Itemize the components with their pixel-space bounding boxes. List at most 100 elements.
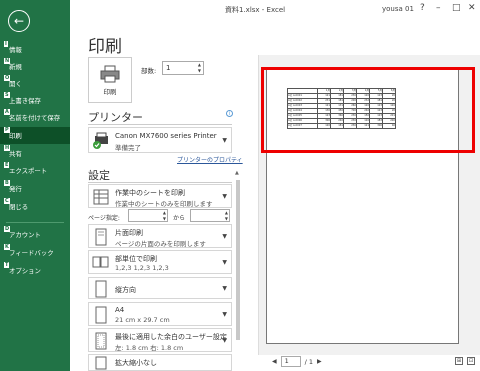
margins-dropdown[interactable]: 最後に適用した余白のユーザー設定 左: 1.8 cm 右: 1.8 cm ▼ [88, 328, 232, 352]
nav-label: エクスポート [9, 167, 48, 175]
copies-label: 部数: [141, 67, 157, 75]
nav-label: オプション [9, 267, 41, 275]
copies-stepper-icon[interactable]: ▲ ▼ [198, 62, 201, 74]
chevron-down-icon: ▼ [222, 337, 227, 344]
scaling-dropdown[interactable]: 拡大縮小なし [88, 354, 232, 371]
chevron-down-icon: ▼ [222, 193, 227, 200]
next-page-icon[interactable]: ▶ [317, 358, 322, 365]
chevron-down-icon: ▼ [222, 233, 227, 240]
nav-publish[interactable]: B 発行 [0, 180, 70, 197]
keytip: T [4, 262, 10, 268]
settings-scrollbar[interactable]: ▲ [234, 170, 242, 370]
nav-label: アカウント [9, 231, 41, 239]
nav-label: 共有 [9, 150, 22, 158]
chevron-down-icon: ▼ [222, 259, 227, 266]
divider [88, 124, 232, 125]
minimize-icon[interactable]: – [436, 3, 441, 13]
stepper-icon[interactable]: ▲ ▼ [225, 210, 228, 221]
margins-title: 最後に適用した余白のユーザー設定 [115, 333, 227, 341]
printer-heading: プリンター [88, 111, 143, 124]
nav-label: フィードバック [9, 249, 54, 257]
nav-print[interactable]: P 印刷 [0, 127, 70, 144]
nav-feedback[interactable]: K フィードバック [0, 244, 70, 261]
nav-share[interactable]: H 共有 [0, 145, 70, 162]
printer-dropdown[interactable]: Canon MX7600 series Printer 準備完了 ▼ [88, 127, 232, 153]
chevron-down-icon: ▼ [222, 137, 227, 144]
sides-title: 片面印刷 [115, 229, 143, 237]
title-bar: 資料1.xlsx - Excel yousa 01 ? – □ ✕ [70, 0, 480, 22]
user-name[interactable]: yousa 01 [382, 5, 414, 13]
pages-to-input[interactable]: ▲ ▼ [190, 209, 230, 222]
keytip: O [4, 75, 11, 81]
nav-label: 発行 [9, 185, 22, 193]
back-arrow-icon[interactable]: ← [8, 10, 30, 32]
keytip: N [4, 58, 11, 64]
divider [88, 182, 232, 183]
orientation-dropdown[interactable]: 縦方向 ▼ [88, 277, 232, 299]
margins-icon [95, 332, 107, 350]
page-total: / 1 [304, 357, 314, 366]
help-icon[interactable]: ? [420, 3, 425, 13]
keytip: P [4, 127, 10, 133]
paper-size-dropdown[interactable]: A4 21 cm x 29.7 cm ▼ [88, 302, 232, 326]
printer-ready-icon [93, 132, 108, 149]
nav-info[interactable]: I 情報 [0, 41, 70, 58]
copies-value: 1 [166, 64, 171, 72]
nav-label: 名前を付けて保存 [9, 114, 61, 122]
nav-save-as[interactable]: A 名前を付けて保存 [0, 109, 70, 126]
nav-label: 情報 [9, 46, 22, 54]
keytip: K [4, 244, 10, 250]
prev-page-icon[interactable]: ◀ [272, 358, 277, 365]
nav-close[interactable]: C 閉じる [0, 198, 70, 215]
nav-label: 印刷 [9, 132, 22, 140]
nav-save[interactable]: S 上書き保存 [0, 92, 70, 109]
collate-desc: 1,2,3 1,2,3 1,2,3 [115, 264, 169, 272]
printer-status: 準備完了 [115, 144, 141, 152]
portrait-icon [95, 280, 107, 298]
highlight-box [261, 67, 475, 153]
sides-desc: ページの片面のみを印刷します [115, 240, 206, 248]
nav-label: 新規 [9, 63, 22, 71]
collate-title: 部単位で印刷 [115, 255, 157, 263]
nav-options[interactable]: T オプション [0, 262, 70, 279]
sides-dropdown[interactable]: 片面印刷 ページの片面のみを印刷します ▼ [88, 224, 232, 248]
print-what-title: 作業中のシートを印刷 [115, 189, 185, 197]
settings-heading: 設定 [88, 169, 110, 182]
page-title: 印刷 [88, 37, 122, 57]
paper-icon [95, 306, 107, 324]
print-what-desc: 作業中のシートのみを印刷します [115, 200, 213, 208]
keytip: A [4, 109, 10, 115]
nav-export[interactable]: E エクスポート [0, 162, 70, 179]
chevron-down-icon: ▼ [222, 311, 227, 318]
page-number-input[interactable]: 1 [280, 356, 301, 367]
keytip: B [4, 180, 10, 186]
collate-icon [92, 256, 109, 268]
stepper-icon[interactable]: ▲ ▼ [163, 210, 166, 221]
print-what-dropdown[interactable]: 作業中のシートを印刷 作業中のシートのみを印刷します ▼ [88, 184, 232, 208]
paper-size-title: A4 [115, 306, 125, 314]
keytip: D [4, 226, 11, 232]
nav-account[interactable]: D アカウント [0, 226, 70, 243]
scrollbar-thumb[interactable] [236, 180, 240, 340]
chevron-down-icon: ▼ [222, 285, 227, 292]
scaling-title: 拡大縮小なし [115, 359, 157, 367]
print-button[interactable]: 印刷 [88, 57, 132, 103]
restore-icon[interactable]: □ [452, 3, 461, 13]
printer-properties-link[interactable]: プリンターのプロパティ [177, 155, 243, 164]
scroll-up-icon[interactable]: ▲ [235, 170, 239, 176]
info-icon[interactable]: i [226, 110, 233, 117]
keytip: H [4, 145, 11, 151]
zoom-to-page-icon[interactable]: ⊡ [467, 357, 475, 365]
nav-open[interactable]: O 開く [0, 75, 70, 92]
nav-label: 閉じる [9, 203, 29, 211]
pages-to-label: から [173, 215, 186, 222]
nav-new[interactable]: N 新規 [0, 58, 70, 75]
show-margins-icon[interactable]: ⊞ [455, 357, 463, 365]
pages-from-input[interactable]: ▲ ▼ [128, 209, 168, 222]
copies-input[interactable]: 1 ▲ ▼ [162, 61, 204, 75]
pages-label: ページ指定: [88, 215, 120, 222]
keytip: C [4, 198, 10, 204]
collate-dropdown[interactable]: 部単位で印刷 1,2,3 1,2,3 1,2,3 ▼ [88, 250, 232, 274]
window-title: 資料1.xlsx - Excel [225, 6, 286, 14]
close-icon[interactable]: ✕ [468, 3, 476, 13]
